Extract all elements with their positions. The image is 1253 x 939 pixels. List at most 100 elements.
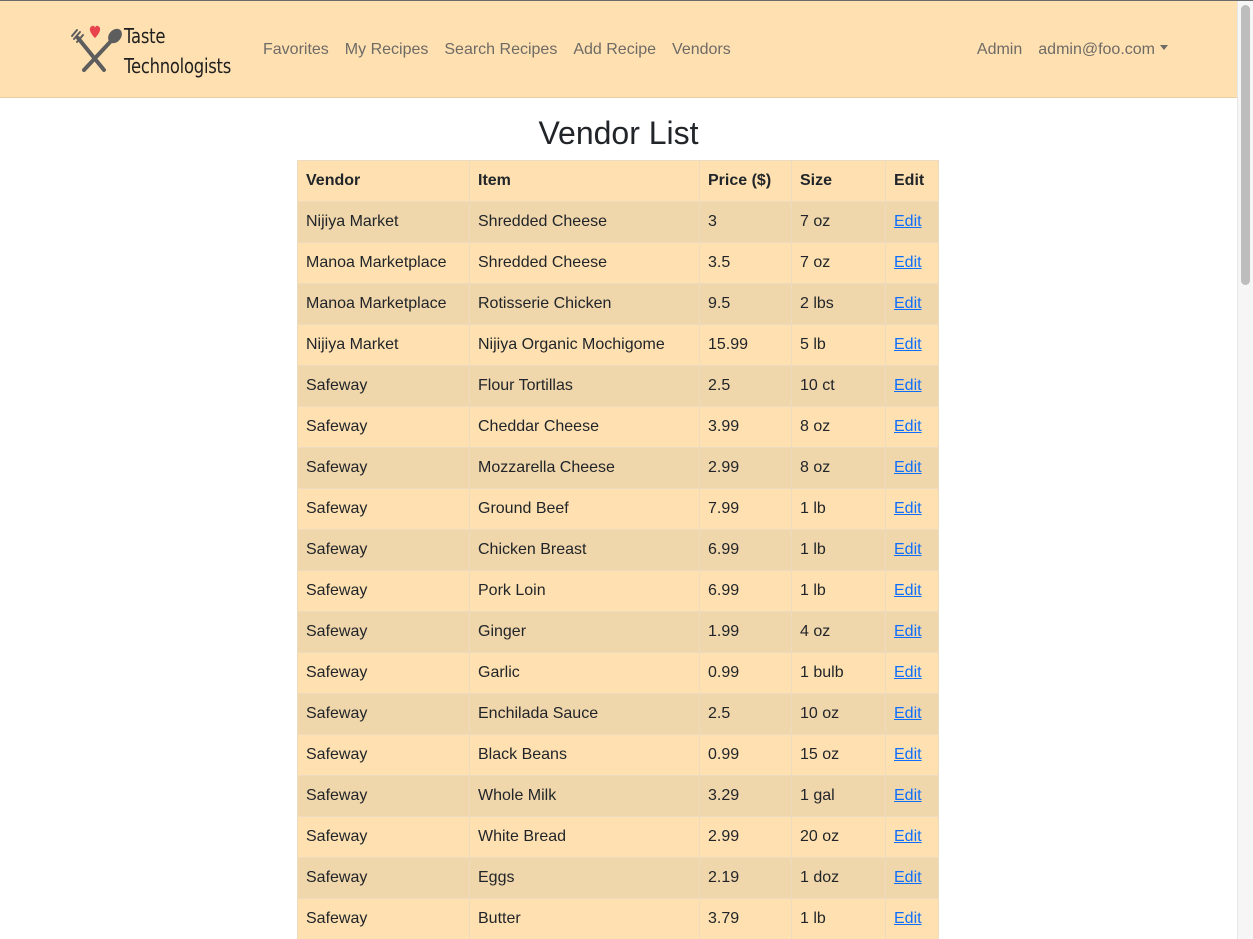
cell-vendor: Safeway <box>297 570 470 612</box>
scrollbar-thumb[interactable] <box>1241 5 1250 285</box>
cell-vendor: Safeway <box>297 775 470 817</box>
cell-price: 7.99 <box>699 488 792 530</box>
cell-edit: Edit <box>885 242 939 284</box>
cell-price: 2.5 <box>699 365 792 407</box>
edit-link[interactable]: Edit <box>894 295 922 312</box>
cell-size: 1 lb <box>791 529 886 571</box>
header-size: Size <box>791 160 886 202</box>
cell-vendor: Safeway <box>297 693 470 735</box>
cell-size: 20 oz <box>791 816 886 858</box>
user-menu-dropdown[interactable]: admin@foo.com <box>1038 39 1168 61</box>
cell-size: 1 gal <box>791 775 886 817</box>
cell-vendor: Safeway <box>297 488 470 530</box>
table-row: Safeway Enchilada Sauce 2.5 10 oz Edit <box>297 693 939 735</box>
nav-my-recipes[interactable]: My Recipes <box>345 39 429 61</box>
cell-item: Butter <box>469 898 700 939</box>
cell-vendor: Manoa Marketplace <box>297 242 470 284</box>
edit-link[interactable]: Edit <box>894 910 922 927</box>
edit-link[interactable]: Edit <box>894 541 922 558</box>
cell-item: Enchilada Sauce <box>469 693 700 735</box>
cell-price: 6.99 <box>699 529 792 571</box>
edit-link[interactable]: Edit <box>894 336 922 353</box>
nav-favorites[interactable]: Favorites <box>263 39 329 61</box>
cell-vendor: Safeway <box>297 447 470 489</box>
edit-link[interactable]: Edit <box>894 418 922 435</box>
cell-size: 1 lb <box>791 570 886 612</box>
header-item: Item <box>469 160 700 202</box>
cell-price: 6.99 <box>699 570 792 612</box>
table-row: Manoa Marketplace Shredded Cheese 3.5 7 oz E… <box>297 242 939 284</box>
table-row: Nijiya Market Nijiya Organic Mochigome 15.… <box>297 324 939 366</box>
cell-edit: Edit <box>885 775 939 817</box>
table-row: Safeway Flour Tortillas 2.5 10 ct Edit <box>297 365 939 407</box>
cell-vendor: Safeway <box>297 611 470 653</box>
cell-edit: Edit <box>885 693 939 735</box>
brand-line-2: Technologists <box>124 54 232 78</box>
cell-item: Nijiya Organic Mochigome <box>469 324 700 366</box>
cell-item: White Bread <box>469 816 700 858</box>
cell-edit: Edit <box>885 283 939 325</box>
table-row: Safeway Cheddar Cheese 3.99 8 oz Edit <box>297 406 939 448</box>
cell-price: 0.99 <box>699 652 792 694</box>
cell-edit: Edit <box>885 201 939 243</box>
nav-add-recipe[interactable]: Add Recipe <box>573 39 656 61</box>
cell-item: Mozzarella Cheese <box>469 447 700 489</box>
nav-admin[interactable]: Admin <box>977 39 1022 61</box>
table-row: Safeway White Bread 2.99 20 oz Edit <box>297 816 939 858</box>
table-row: Safeway Pork Loin 6.99 1 lb Edit <box>297 570 939 612</box>
edit-link[interactable]: Edit <box>894 377 922 394</box>
cell-edit: Edit <box>885 816 939 858</box>
edit-link[interactable]: Edit <box>894 787 922 804</box>
cell-price: 3.79 <box>699 898 792 939</box>
cell-size: 1 doz <box>791 857 886 899</box>
edit-link[interactable]: Edit <box>894 705 922 722</box>
edit-link[interactable]: Edit <box>894 459 922 476</box>
nav-vendors[interactable]: Vendors <box>672 39 731 61</box>
cell-size: 1 bulb <box>791 652 886 694</box>
table-row: Safeway Butter 3.79 1 lb Edit <box>297 898 939 939</box>
edit-link[interactable]: Edit <box>894 664 922 681</box>
cell-item: Ginger <box>469 611 700 653</box>
cell-edit: Edit <box>885 734 939 776</box>
edit-link[interactable]: Edit <box>894 828 922 845</box>
cell-size: 5 lb <box>791 324 886 366</box>
cell-size: 15 oz <box>791 734 886 776</box>
edit-link[interactable]: Edit <box>894 254 922 271</box>
cell-price: 1.99 <box>699 611 792 653</box>
brand-link[interactable]: Taste Technologists <box>68 19 238 83</box>
cell-vendor: Safeway <box>297 365 470 407</box>
edit-link[interactable]: Edit <box>894 582 922 599</box>
table-header-row: Vendor Item Price ($) Size Edit <box>297 160 939 202</box>
cell-vendor: Safeway <box>297 652 470 694</box>
cell-size: 8 oz <box>791 447 886 489</box>
vendor-table-container: Vendor Item Price ($) Size Edit Nijiya M… <box>297 160 939 939</box>
cell-price: 3 <box>699 201 792 243</box>
cell-edit: Edit <box>885 611 939 653</box>
cell-vendor: Safeway <box>297 898 470 939</box>
user-email: admin@foo.com <box>1038 41 1155 58</box>
edit-link[interactable]: Edit <box>894 623 922 640</box>
table-row: Nijiya Market Shredded Cheese 3 7 oz Edit <box>297 201 939 243</box>
edit-link[interactable]: Edit <box>894 869 922 886</box>
cell-size: 1 lb <box>791 898 886 939</box>
cell-vendor: Nijiya Market <box>297 201 470 243</box>
cell-item: Eggs <box>469 857 700 899</box>
edit-link[interactable]: Edit <box>894 213 922 230</box>
edit-link[interactable]: Edit <box>894 500 922 517</box>
cell-vendor: Safeway <box>297 406 470 448</box>
cell-size: 8 oz <box>791 406 886 448</box>
edit-link[interactable]: Edit <box>894 746 922 763</box>
cell-item: Rotisserie Chicken <box>469 283 700 325</box>
cell-size: 2 lbs <box>791 283 886 325</box>
cell-size: 7 oz <box>791 201 886 243</box>
cell-size: 10 ct <box>791 365 886 407</box>
page-title: Vendor List <box>538 115 699 151</box>
main-nav: Favorites My Recipes Search Recipes Add … <box>263 39 747 61</box>
vertical-scrollbar[interactable] <box>1237 1 1253 939</box>
table-body: Nijiya Market Shredded Cheese 3 7 oz Edit Man… <box>297 201 939 939</box>
cell-item: Pork Loin <box>469 570 700 612</box>
cell-item: Cheddar Cheese <box>469 406 700 448</box>
cell-edit: Edit <box>885 529 939 571</box>
nav-search-recipes[interactable]: Search Recipes <box>444 39 557 61</box>
cell-item: Shredded Cheese <box>469 242 700 284</box>
